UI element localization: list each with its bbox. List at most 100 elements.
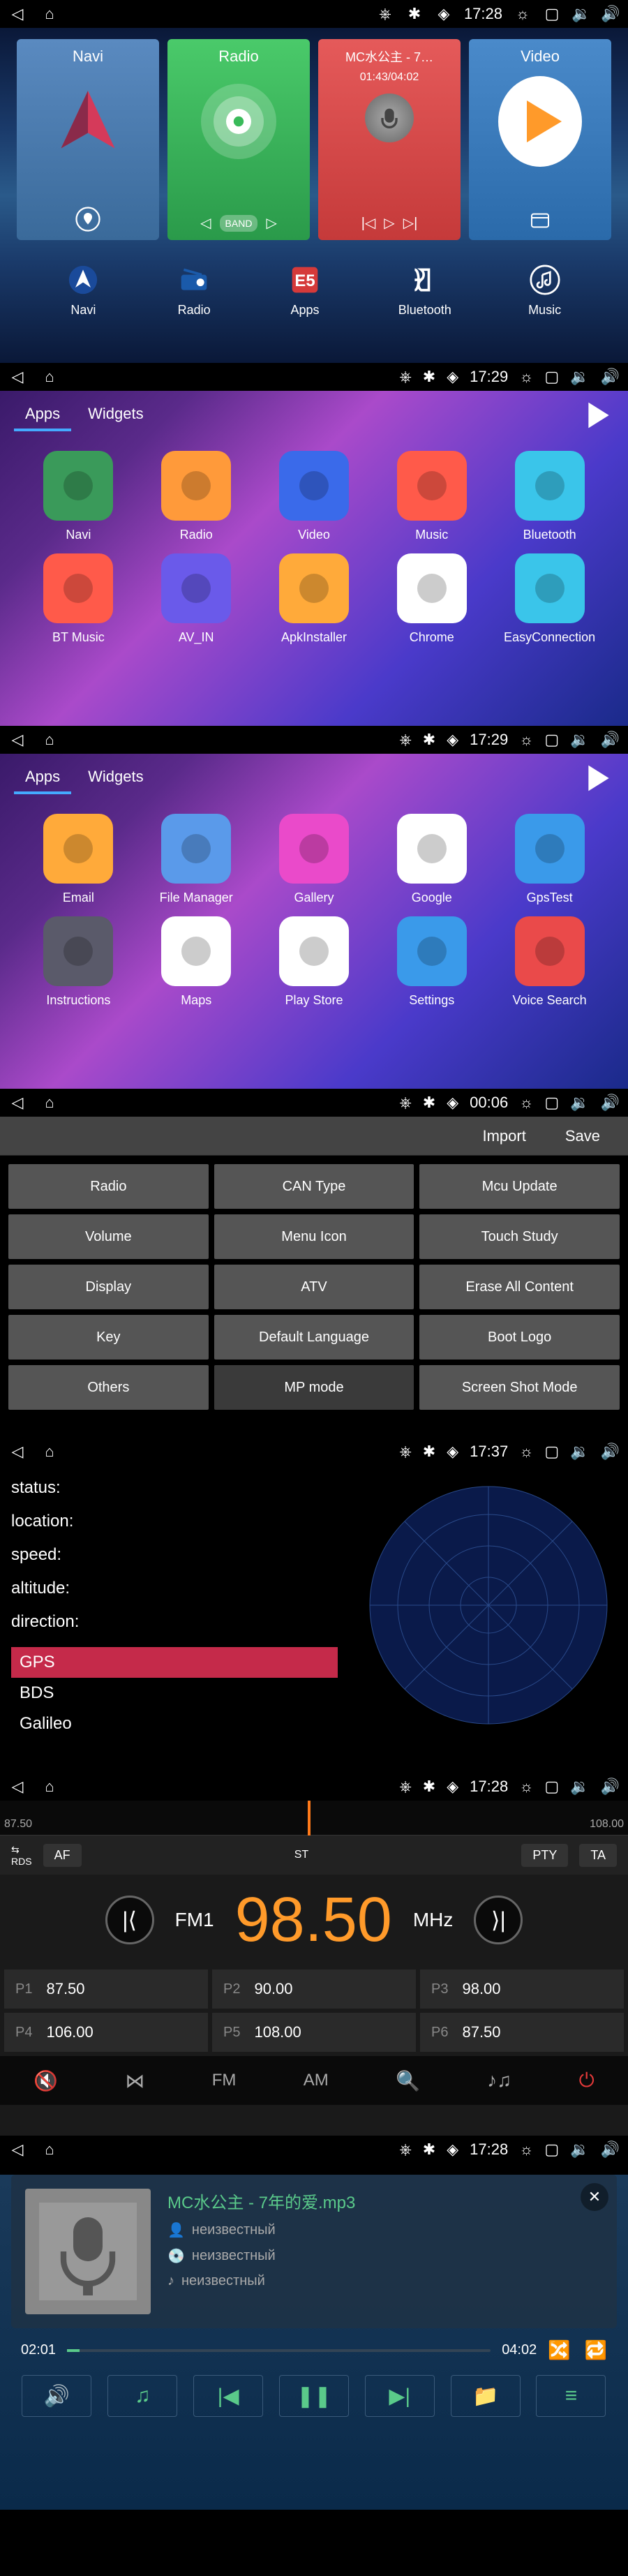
app-music[interactable]: Music	[378, 451, 485, 542]
scale-marker[interactable]	[308, 1801, 311, 1836]
settings-default-language[interactable]: Default Language	[214, 1315, 414, 1360]
rds-icon[interactable]: ⇆RDS	[11, 1844, 32, 1867]
folder-button[interactable]: 📁	[451, 2375, 521, 2417]
video-list-icon[interactable]	[529, 209, 551, 232]
scan-icon[interactable]: ⋈	[125, 2069, 144, 2092]
screen-off-icon[interactable]: ▢	[544, 731, 559, 749]
home-icon[interactable]: ⌂	[40, 368, 59, 386]
band-button[interactable]: BAND	[220, 215, 258, 232]
pty-button[interactable]: PTY	[521, 1844, 568, 1867]
preset-p3[interactable]: P398.00	[420, 1970, 624, 2009]
app-voice-search[interactable]: Voice Search	[496, 916, 603, 1008]
volume-down-icon[interactable]: 🔉	[570, 368, 589, 386]
dock-radio[interactable]: Radio	[177, 262, 211, 324]
settings-atv[interactable]: ATV	[214, 1265, 414, 1309]
preset-p2[interactable]: P290.00	[212, 1970, 416, 2009]
app-av-in[interactable]: AV_IN	[143, 553, 250, 645]
brightness-icon[interactable]: ☼	[519, 1778, 533, 1796]
repeat-icon[interactable]: 🔁	[585, 2339, 607, 2361]
prev-button[interactable]: |◀	[193, 2375, 263, 2417]
progress-bar[interactable]	[67, 2349, 491, 2352]
home-icon[interactable]: ⌂	[40, 5, 59, 23]
home-icon[interactable]: ⌂	[40, 1778, 59, 1796]
volume-down-icon[interactable]: 🔉	[570, 1094, 589, 1112]
screen-off-icon[interactable]: ▢	[544, 2141, 559, 2159]
brightness-icon[interactable]: ☼	[519, 1094, 533, 1112]
settings-boot-logo[interactable]: Boot Logo	[419, 1315, 620, 1360]
navi-card[interactable]: Navi	[17, 39, 159, 240]
settings-volume[interactable]: Volume	[8, 1214, 209, 1259]
app-bt-music[interactable]: BT Music	[25, 553, 132, 645]
brightness-icon[interactable]: ☼	[519, 731, 533, 749]
preset-p5[interactable]: P5108.00	[212, 2013, 416, 2052]
volume-up-icon[interactable]: 🔊	[601, 368, 620, 386]
app-chrome[interactable]: Chrome	[378, 553, 485, 645]
volume-down-icon[interactable]: 🔉	[570, 1443, 589, 1461]
brightness-icon[interactable]: ☼	[519, 1443, 533, 1461]
app-radio[interactable]: Radio	[143, 451, 250, 542]
music-card[interactable]: MC水公主 - 7… 01:43/04:02 |◁ ▷ ▷|	[318, 39, 461, 240]
settings-screen-shot-mode[interactable]: Screen Shot Mode	[419, 1365, 620, 1410]
screen-off-icon[interactable]: ▢	[544, 368, 559, 386]
settings-mcu-update[interactable]: Mcu Update	[419, 1164, 620, 1209]
app-file-manager[interactable]: File Manager	[143, 814, 250, 905]
volume-up-icon[interactable]: 🔊	[601, 1094, 620, 1112]
play-store-icon[interactable]	[583, 400, 614, 431]
seek-down-button[interactable]: |⟨	[105, 1896, 154, 1944]
pause-button[interactable]: ❚❚	[279, 2375, 349, 2417]
power-icon[interactable]: ⏻	[579, 2069, 595, 2092]
settings-can-type[interactable]: CAN Type	[214, 1164, 414, 1209]
back-icon[interactable]: ◁	[8, 1094, 27, 1112]
settings-radio[interactable]: Radio	[8, 1164, 209, 1209]
seek-up-button[interactable]: ⟩|	[474, 1896, 523, 1944]
brightness-icon[interactable]: ☼	[519, 2141, 533, 2159]
home-icon[interactable]: ⌂	[40, 1443, 59, 1461]
fm-button[interactable]: FM	[212, 2071, 237, 2090]
shuffle-icon[interactable]: 🔀	[548, 2339, 570, 2361]
settings-others[interactable]: Others	[8, 1365, 209, 1410]
app-settings[interactable]: Settings	[378, 916, 485, 1008]
gps-system-bds[interactable]: BDS	[11, 1678, 338, 1708]
dock-bluetooth[interactable]: Bluetooth	[398, 262, 451, 324]
dock-music[interactable]: Music	[528, 262, 562, 324]
settings-erase-all-content[interactable]: Erase All Content	[419, 1265, 620, 1309]
gps-system-gps[interactable]: GPS	[11, 1647, 338, 1678]
app-easyconnection[interactable]: EasyConnection	[496, 553, 603, 645]
screen-off-icon[interactable]: ▢	[544, 1094, 559, 1112]
settings-display[interactable]: Display	[8, 1265, 209, 1309]
volume-button[interactable]: 🔊	[22, 2375, 91, 2417]
settings-menu-icon[interactable]: Menu Icon	[214, 1214, 414, 1259]
volume-up-icon[interactable]: 🔊	[601, 5, 620, 23]
frequency-scale[interactable]: 87.50 108.00	[0, 1801, 628, 1836]
tab-apps[interactable]: Apps	[14, 762, 71, 794]
save-button[interactable]: Save	[551, 1122, 614, 1151]
af-button[interactable]: AF	[43, 1844, 82, 1867]
next-button[interactable]: ▶|	[365, 2375, 435, 2417]
app-google[interactable]: Google	[378, 814, 485, 905]
back-icon[interactable]: ◁	[8, 731, 27, 749]
dock-apps[interactable]: E5 Apps	[287, 262, 322, 324]
close-button[interactable]: ✕	[581, 2183, 608, 2211]
am-button[interactable]: AM	[304, 2071, 329, 2090]
eq-button[interactable]: ♫	[107, 2375, 177, 2417]
music-next-icon[interactable]: ▷|	[403, 214, 418, 232]
search-icon[interactable]: 🔍	[396, 2069, 420, 2092]
music-play-icon[interactable]: ▷	[384, 214, 394, 232]
home-icon[interactable]: ⌂	[40, 731, 59, 749]
volume-down-icon[interactable]: 🔉	[570, 2141, 589, 2159]
brightness-icon[interactable]: ☼	[514, 5, 532, 23]
preset-p6[interactable]: P687.50	[420, 2013, 624, 2052]
back-icon[interactable]: ◁	[8, 2141, 27, 2159]
preset-p4[interactable]: P4106.00	[4, 2013, 208, 2052]
screen-off-icon[interactable]: ▢	[544, 1443, 559, 1461]
app-play-store[interactable]: Play Store	[261, 916, 368, 1008]
app-apkinstaller[interactable]: ApkInstaller	[261, 553, 368, 645]
music-prev-icon[interactable]: |◁	[361, 214, 376, 232]
import-button[interactable]: Import	[468, 1122, 539, 1151]
eq-icon[interactable]: ♪♫	[487, 2069, 511, 2092]
volume-down-icon[interactable]: 🔉	[570, 731, 589, 749]
ta-button[interactable]: TA	[579, 1844, 617, 1867]
tab-widgets[interactable]: Widgets	[77, 762, 154, 794]
home-icon[interactable]: ⌂	[40, 2141, 59, 2159]
settings-key[interactable]: Key	[8, 1315, 209, 1360]
